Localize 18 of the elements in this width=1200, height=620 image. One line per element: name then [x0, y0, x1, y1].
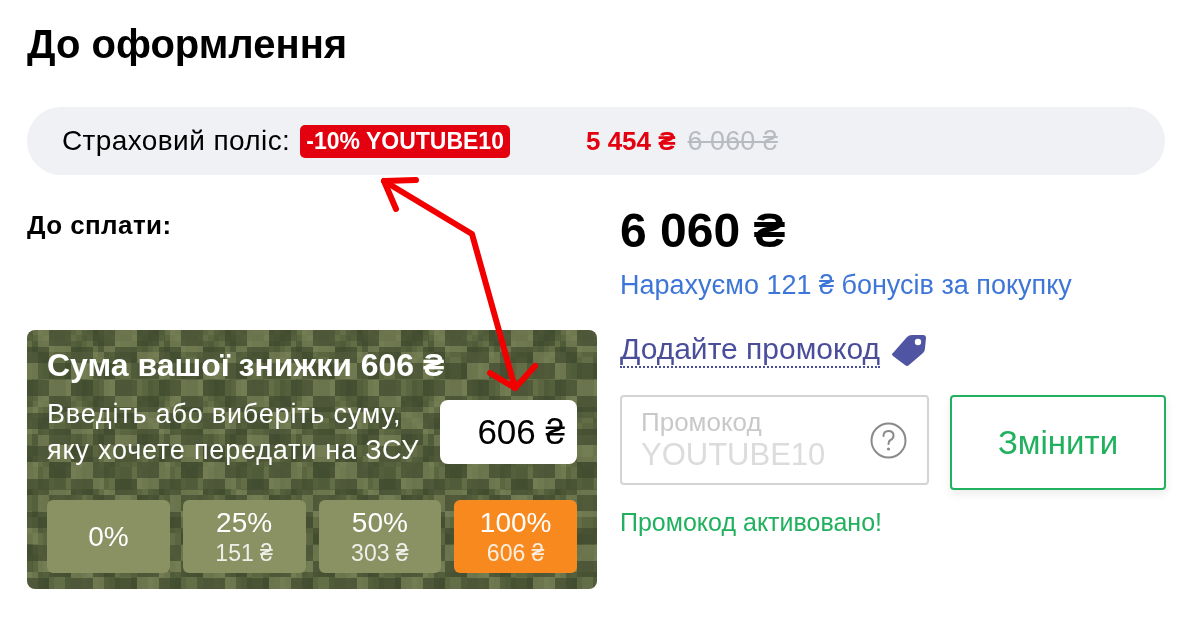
change-button[interactable]: Змінити — [950, 395, 1166, 490]
percent-option[interactable]: 0% — [47, 500, 170, 573]
payment-label: До сплати: — [27, 211, 172, 239]
tag-icon — [889, 333, 928, 367]
discounted-price: 5 454 ₴ — [585, 124, 676, 158]
donation-prompt: Введіть або виберіть суму, яку хочете передати на ЗСУ — [47, 398, 421, 467]
page-title: До оформлення — [27, 22, 348, 66]
promo-status-message: Промокод активовано! — [620, 508, 882, 536]
add-promo-code-link[interactable]: Додайте промокод — [620, 332, 880, 368]
insurance-label: Страховий поліс: — [62, 124, 291, 158]
donation-title: Сума вашої знижки 606 ₴ — [47, 346, 445, 384]
percent-option[interactable]: 25% 151 ₴ — [182, 500, 306, 573]
percent-option[interactable]: 50% 303 ₴ — [318, 500, 442, 573]
total-amount: 6 060 ₴ — [620, 205, 786, 257]
amount-field[interactable]: 606 ₴ — [440, 400, 577, 464]
percent-option[interactable]: 100% 606 ₴ — [454, 500, 577, 573]
bonus-note: Нарахуємо 121 ₴ бонусів за покупку — [620, 269, 1072, 301]
promo-code-tag: -10% YOUTUBE10 — [300, 124, 510, 158]
